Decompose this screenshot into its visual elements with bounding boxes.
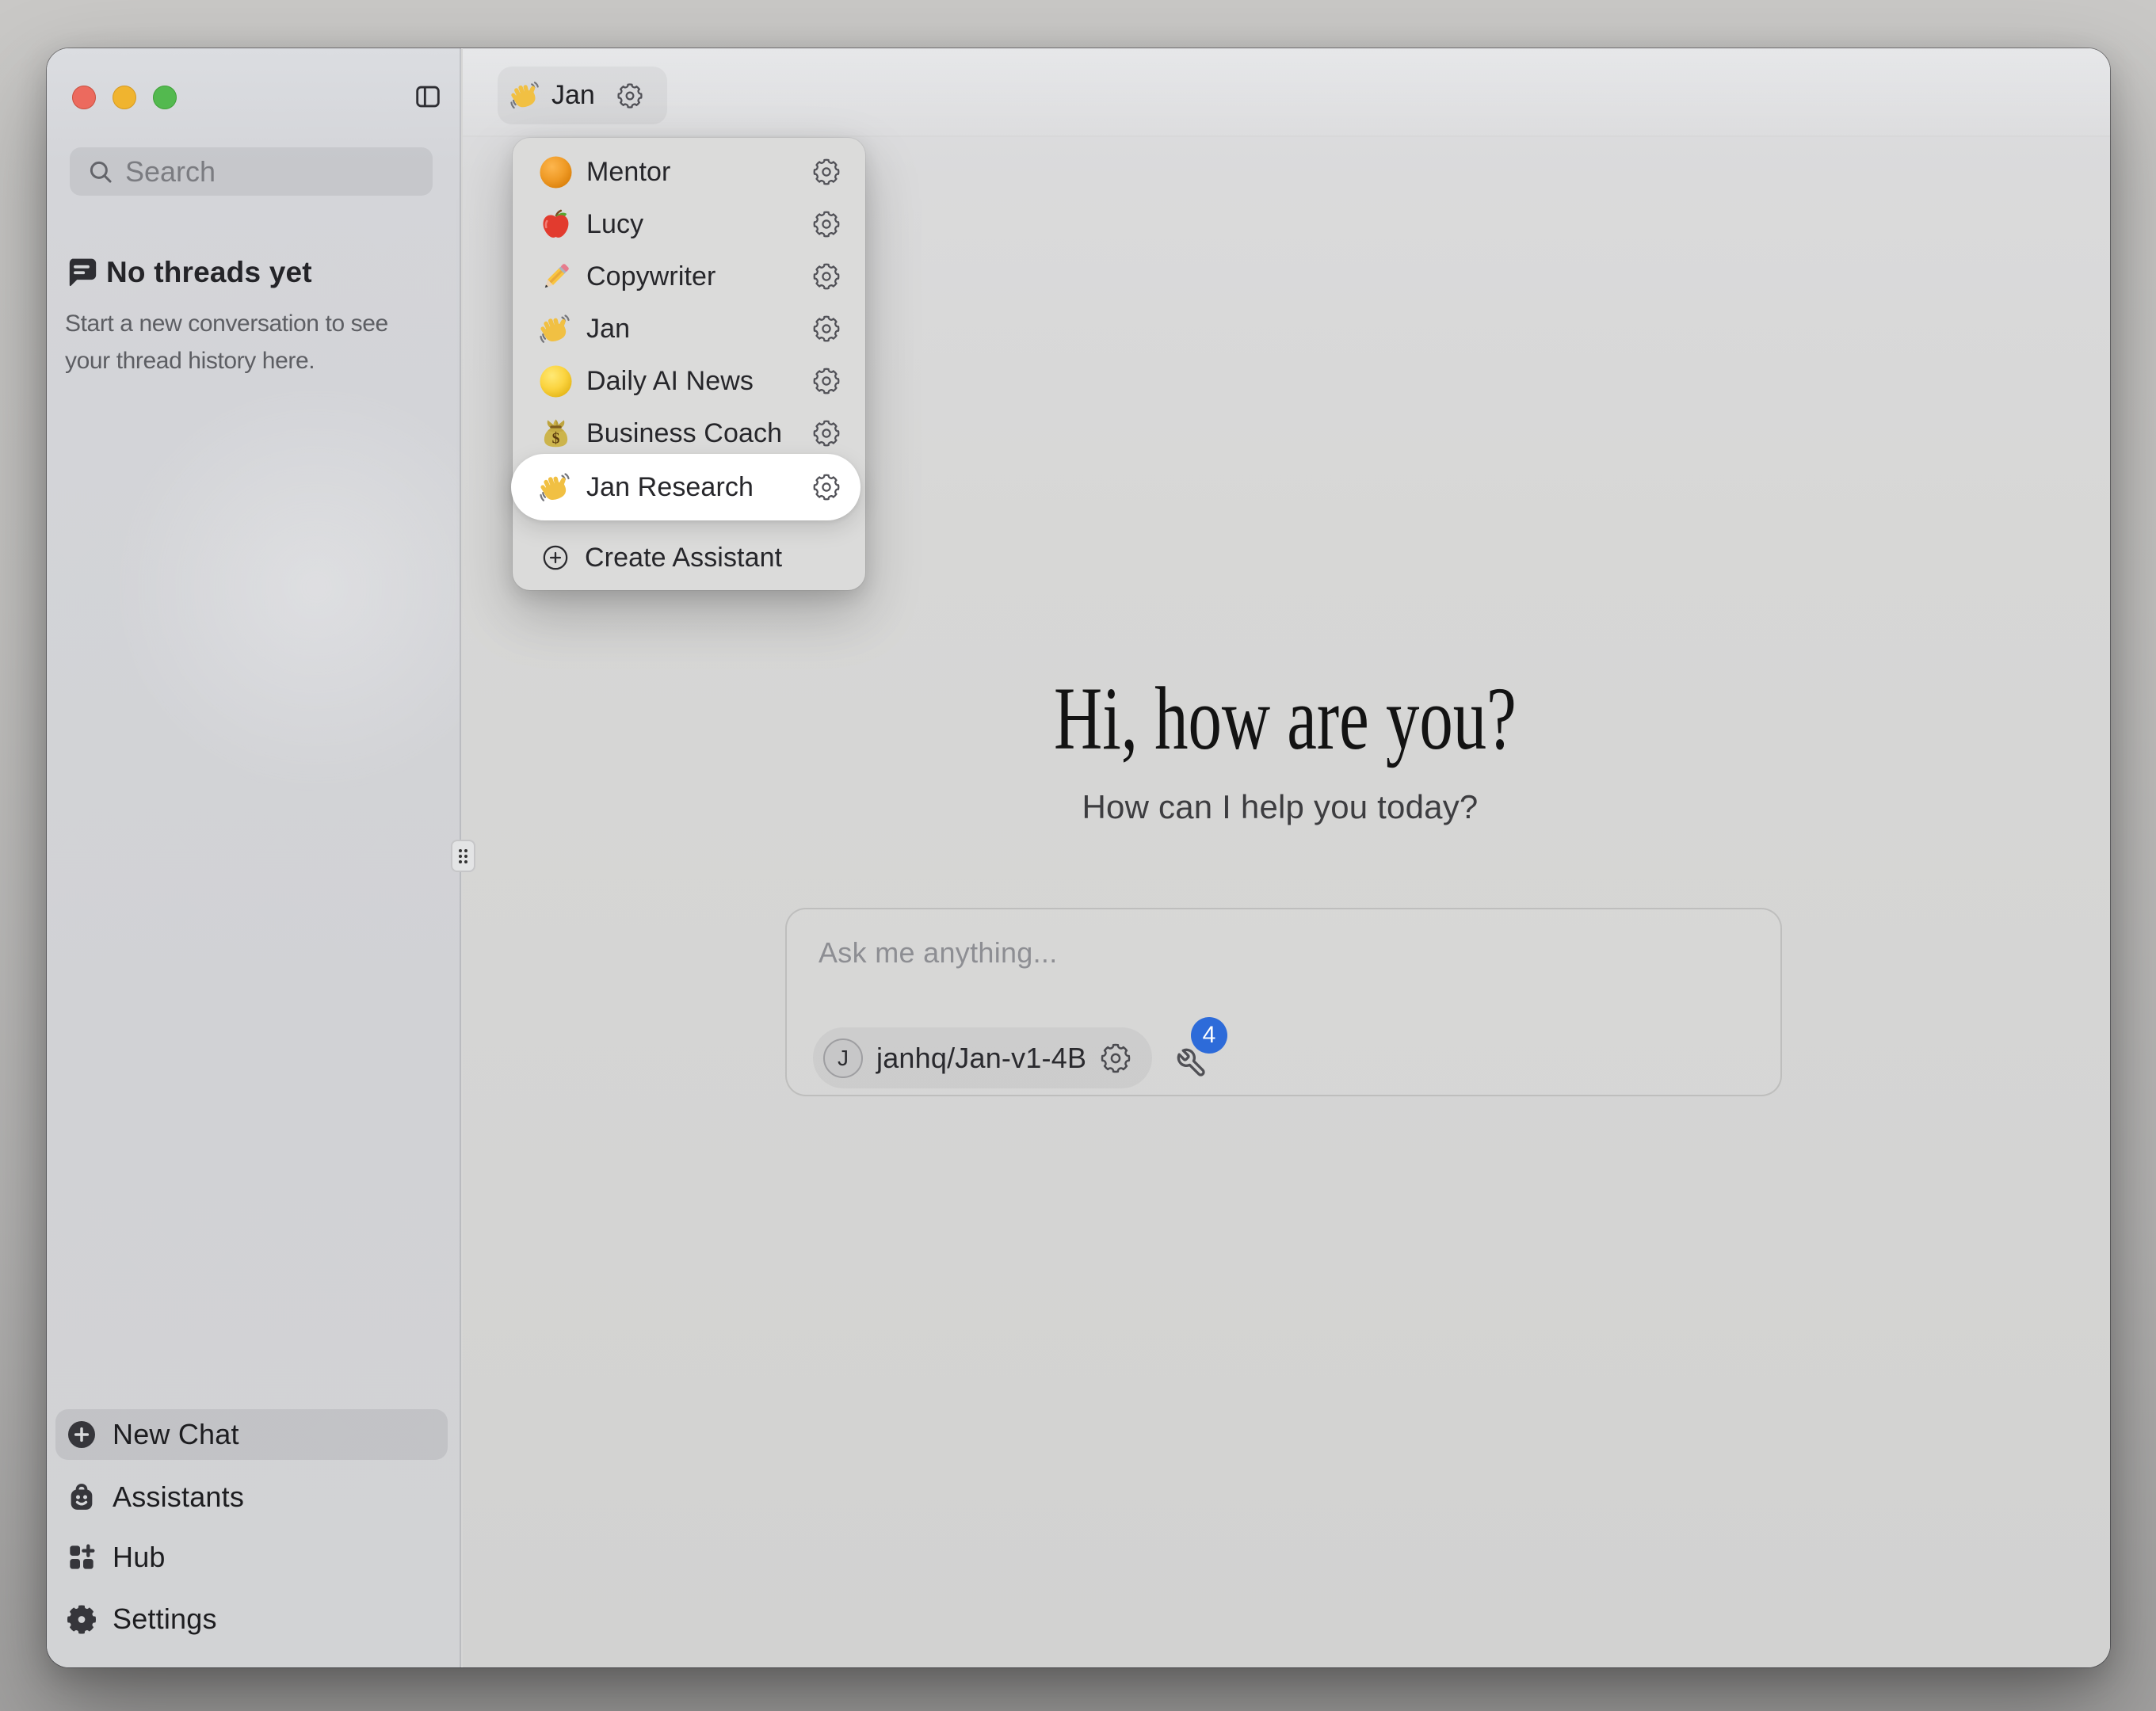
svg-text:$: $: [552, 430, 560, 447]
